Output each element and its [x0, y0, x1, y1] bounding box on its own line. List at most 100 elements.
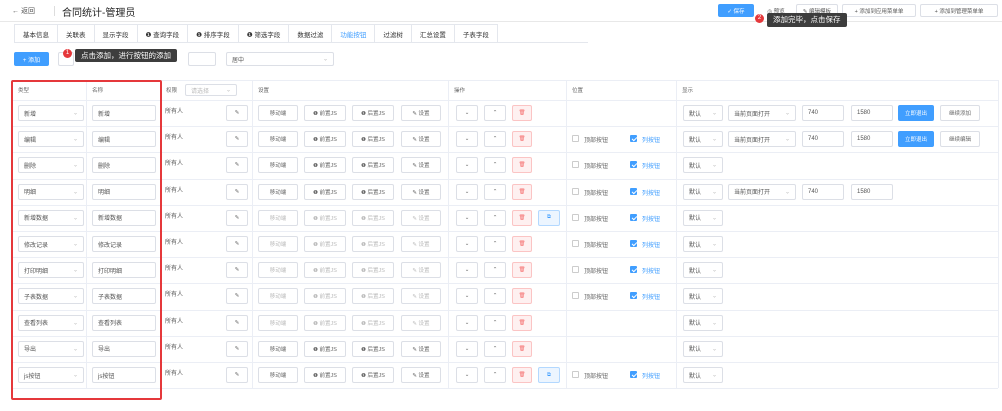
mobile-button[interactable]: 移动端 — [258, 262, 298, 279]
top-button-checkbox[interactable] — [572, 266, 579, 274]
perm-header-select[interactable]: 请选择 ⌄ — [185, 84, 237, 96]
move-up-icon[interactable]: ⌃ — [484, 209, 506, 226]
continue-button[interactable]: 继续添加 — [940, 105, 980, 121]
align-select[interactable]: 居中 ⌄ — [226, 52, 334, 66]
top-button-checkbox[interactable] — [572, 161, 579, 169]
pre-js-button[interactable]: ❶ 前置JS — [304, 340, 346, 357]
exit-now-button[interactable]: 立即退出 — [898, 131, 934, 148]
toolbar-field[interactable] — [188, 52, 216, 66]
move-down-icon[interactable]: ⌄ — [456, 367, 478, 383]
move-down-icon[interactable]: ⌄ — [456, 236, 478, 252]
add-button[interactable]: + 添加 — [14, 52, 49, 66]
mobile-button[interactable]: 移动端 — [258, 340, 298, 357]
pre-js-button[interactable]: ❶ 前置JS — [304, 183, 346, 200]
move-up-icon[interactable]: ⌃ — [484, 288, 506, 305]
post-js-button[interactable]: ❶ 后置JS — [352, 288, 394, 305]
mobile-button[interactable]: 移动端 — [258, 314, 298, 331]
move-down-icon[interactable]: ⌄ — [456, 209, 478, 226]
copy-icon[interactable]: ⧉ — [538, 367, 560, 383]
move-up-icon[interactable]: ⌃ — [484, 314, 506, 331]
settings-button[interactable]: ✎ 设置 — [401, 183, 441, 200]
settings-button[interactable]: ✎ 设置 — [401, 105, 441, 121]
exit-now-button[interactable]: 立即退出 — [898, 105, 934, 121]
settings-button[interactable]: ✎ 设置 — [401, 367, 441, 383]
top-button-checkbox[interactable] — [572, 187, 579, 195]
top-button-checkbox[interactable] — [572, 371, 579, 378]
post-js-button[interactable]: ❶ 后置JS — [352, 236, 394, 252]
tab-display-fields[interactable]: 显示字段 — [94, 24, 138, 43]
delete-icon[interactable]: 🗑 — [512, 340, 532, 357]
pre-js-button[interactable]: ❶ 前置JS — [304, 288, 346, 305]
post-js-button[interactable]: ❶ 后置JS — [352, 131, 394, 148]
settings-button[interactable]: ✎ 设置 — [401, 236, 441, 252]
move-down-icon[interactable]: ⌄ — [456, 105, 478, 121]
move-down-icon[interactable]: ⌄ — [456, 288, 478, 305]
mobile-button[interactable]: 移动端 — [258, 367, 298, 383]
top-button-checkbox[interactable] — [572, 240, 579, 247]
tab-subtable-fields[interactable]: 子表字段 — [454, 24, 498, 43]
back-link[interactable]: ← 返回 — [12, 6, 35, 16]
move-up-icon[interactable]: ⌃ — [484, 105, 506, 121]
display-select[interactable]: 默认 ⌄ — [683, 157, 723, 174]
tab-query-fields[interactable]: ❶ 查询字段 — [137, 24, 189, 43]
pre-js-button[interactable]: ❶ 前置JS — [304, 314, 346, 331]
edit-icon[interactable]: ✎ — [226, 131, 248, 148]
tab-data-filter[interactable]: 数据过滤 — [289, 24, 333, 43]
move-up-icon[interactable]: ⌃ — [484, 236, 506, 252]
row-button-checkbox[interactable] — [630, 266, 637, 274]
display-select[interactable]: 默认 ⌄ — [683, 288, 723, 305]
move-up-icon[interactable]: ⌃ — [484, 131, 506, 148]
move-up-icon[interactable]: ⌃ — [484, 157, 506, 174]
mobile-button[interactable]: 移动端 — [258, 236, 298, 252]
settings-button[interactable]: ✎ 设置 — [401, 209, 441, 226]
post-js-button[interactable]: ❶ 后置JS — [352, 262, 394, 279]
copy-icon[interactable]: ⧉ — [538, 209, 560, 226]
pre-js-button[interactable]: ❶ 前置JS — [304, 209, 346, 226]
pre-js-button[interactable]: ❶ 前置JS — [304, 262, 346, 279]
display-select[interactable]: 默认 ⌄ — [683, 236, 723, 252]
settings-button[interactable]: ✎ 设置 — [401, 157, 441, 174]
mobile-button[interactable]: 移动端 — [258, 209, 298, 226]
delete-icon[interactable]: 🗑 — [512, 314, 532, 331]
settings-button[interactable]: ✎ 设置 — [401, 314, 441, 331]
display-select[interactable]: 默认 ⌄ — [683, 183, 723, 200]
height-input[interactable]: 1580 — [851, 131, 893, 148]
display-select[interactable]: 默认 ⌄ — [683, 262, 723, 279]
width-input[interactable]: 740 — [802, 131, 844, 148]
width-input[interactable]: 740 — [802, 183, 844, 200]
delete-icon[interactable]: 🗑 — [512, 209, 532, 226]
display-select[interactable]: 默认 ⌄ — [683, 314, 723, 331]
settings-button[interactable]: ✎ 设置 — [401, 340, 441, 357]
settings-button[interactable]: ✎ 设置 — [401, 262, 441, 279]
post-js-button[interactable]: ❶ 后置JS — [352, 183, 394, 200]
pre-js-button[interactable]: ❶ 前置JS — [304, 157, 346, 174]
open-mode-select[interactable]: 当前页面打开 ⌄ — [728, 105, 796, 121]
open-mode-select[interactable]: 当前页面打开 ⌄ — [728, 131, 796, 148]
width-input[interactable]: 740 — [802, 105, 844, 121]
open-mode-select[interactable]: 当前页面打开 ⌄ — [728, 183, 796, 200]
display-select[interactable]: 默认 ⌄ — [683, 367, 723, 383]
tab-sort-fields[interactable]: ❶ 排序字段 — [188, 24, 239, 43]
move-down-icon[interactable]: ⌄ — [456, 262, 478, 279]
add-app-menu-button[interactable]: + 添加到应用菜单单 — [842, 4, 916, 17]
tab-related-table[interactable]: 关联表 — [58, 24, 95, 43]
move-up-icon[interactable]: ⌃ — [484, 367, 506, 383]
post-js-button[interactable]: ❶ 后置JS — [352, 367, 394, 383]
post-js-button[interactable]: ❶ 后置JS — [352, 105, 394, 121]
move-down-icon[interactable]: ⌄ — [456, 314, 478, 331]
pre-js-button[interactable]: ❶ 前置JS — [304, 131, 346, 148]
display-select[interactable]: 默认 ⌄ — [683, 209, 723, 226]
row-button-checkbox[interactable] — [630, 187, 637, 195]
height-input[interactable]: 1580 — [851, 183, 893, 200]
delete-icon[interactable]: 🗑 — [512, 262, 532, 279]
edit-icon[interactable]: ✎ — [226, 157, 248, 174]
mobile-button[interactable]: 移动端 — [258, 131, 298, 148]
post-js-button[interactable]: ❶ 后置JS — [352, 157, 394, 174]
height-input[interactable]: 1580 — [851, 105, 893, 121]
move-down-icon[interactable]: ⌄ — [456, 340, 478, 357]
delete-icon[interactable]: 🗑 — [512, 236, 532, 252]
mobile-button[interactable]: 移动端 — [258, 288, 298, 305]
top-button-checkbox[interactable] — [572, 135, 579, 143]
delete-icon[interactable]: 🗑 — [512, 367, 532, 383]
display-select[interactable]: 默认 ⌄ — [683, 105, 723, 121]
